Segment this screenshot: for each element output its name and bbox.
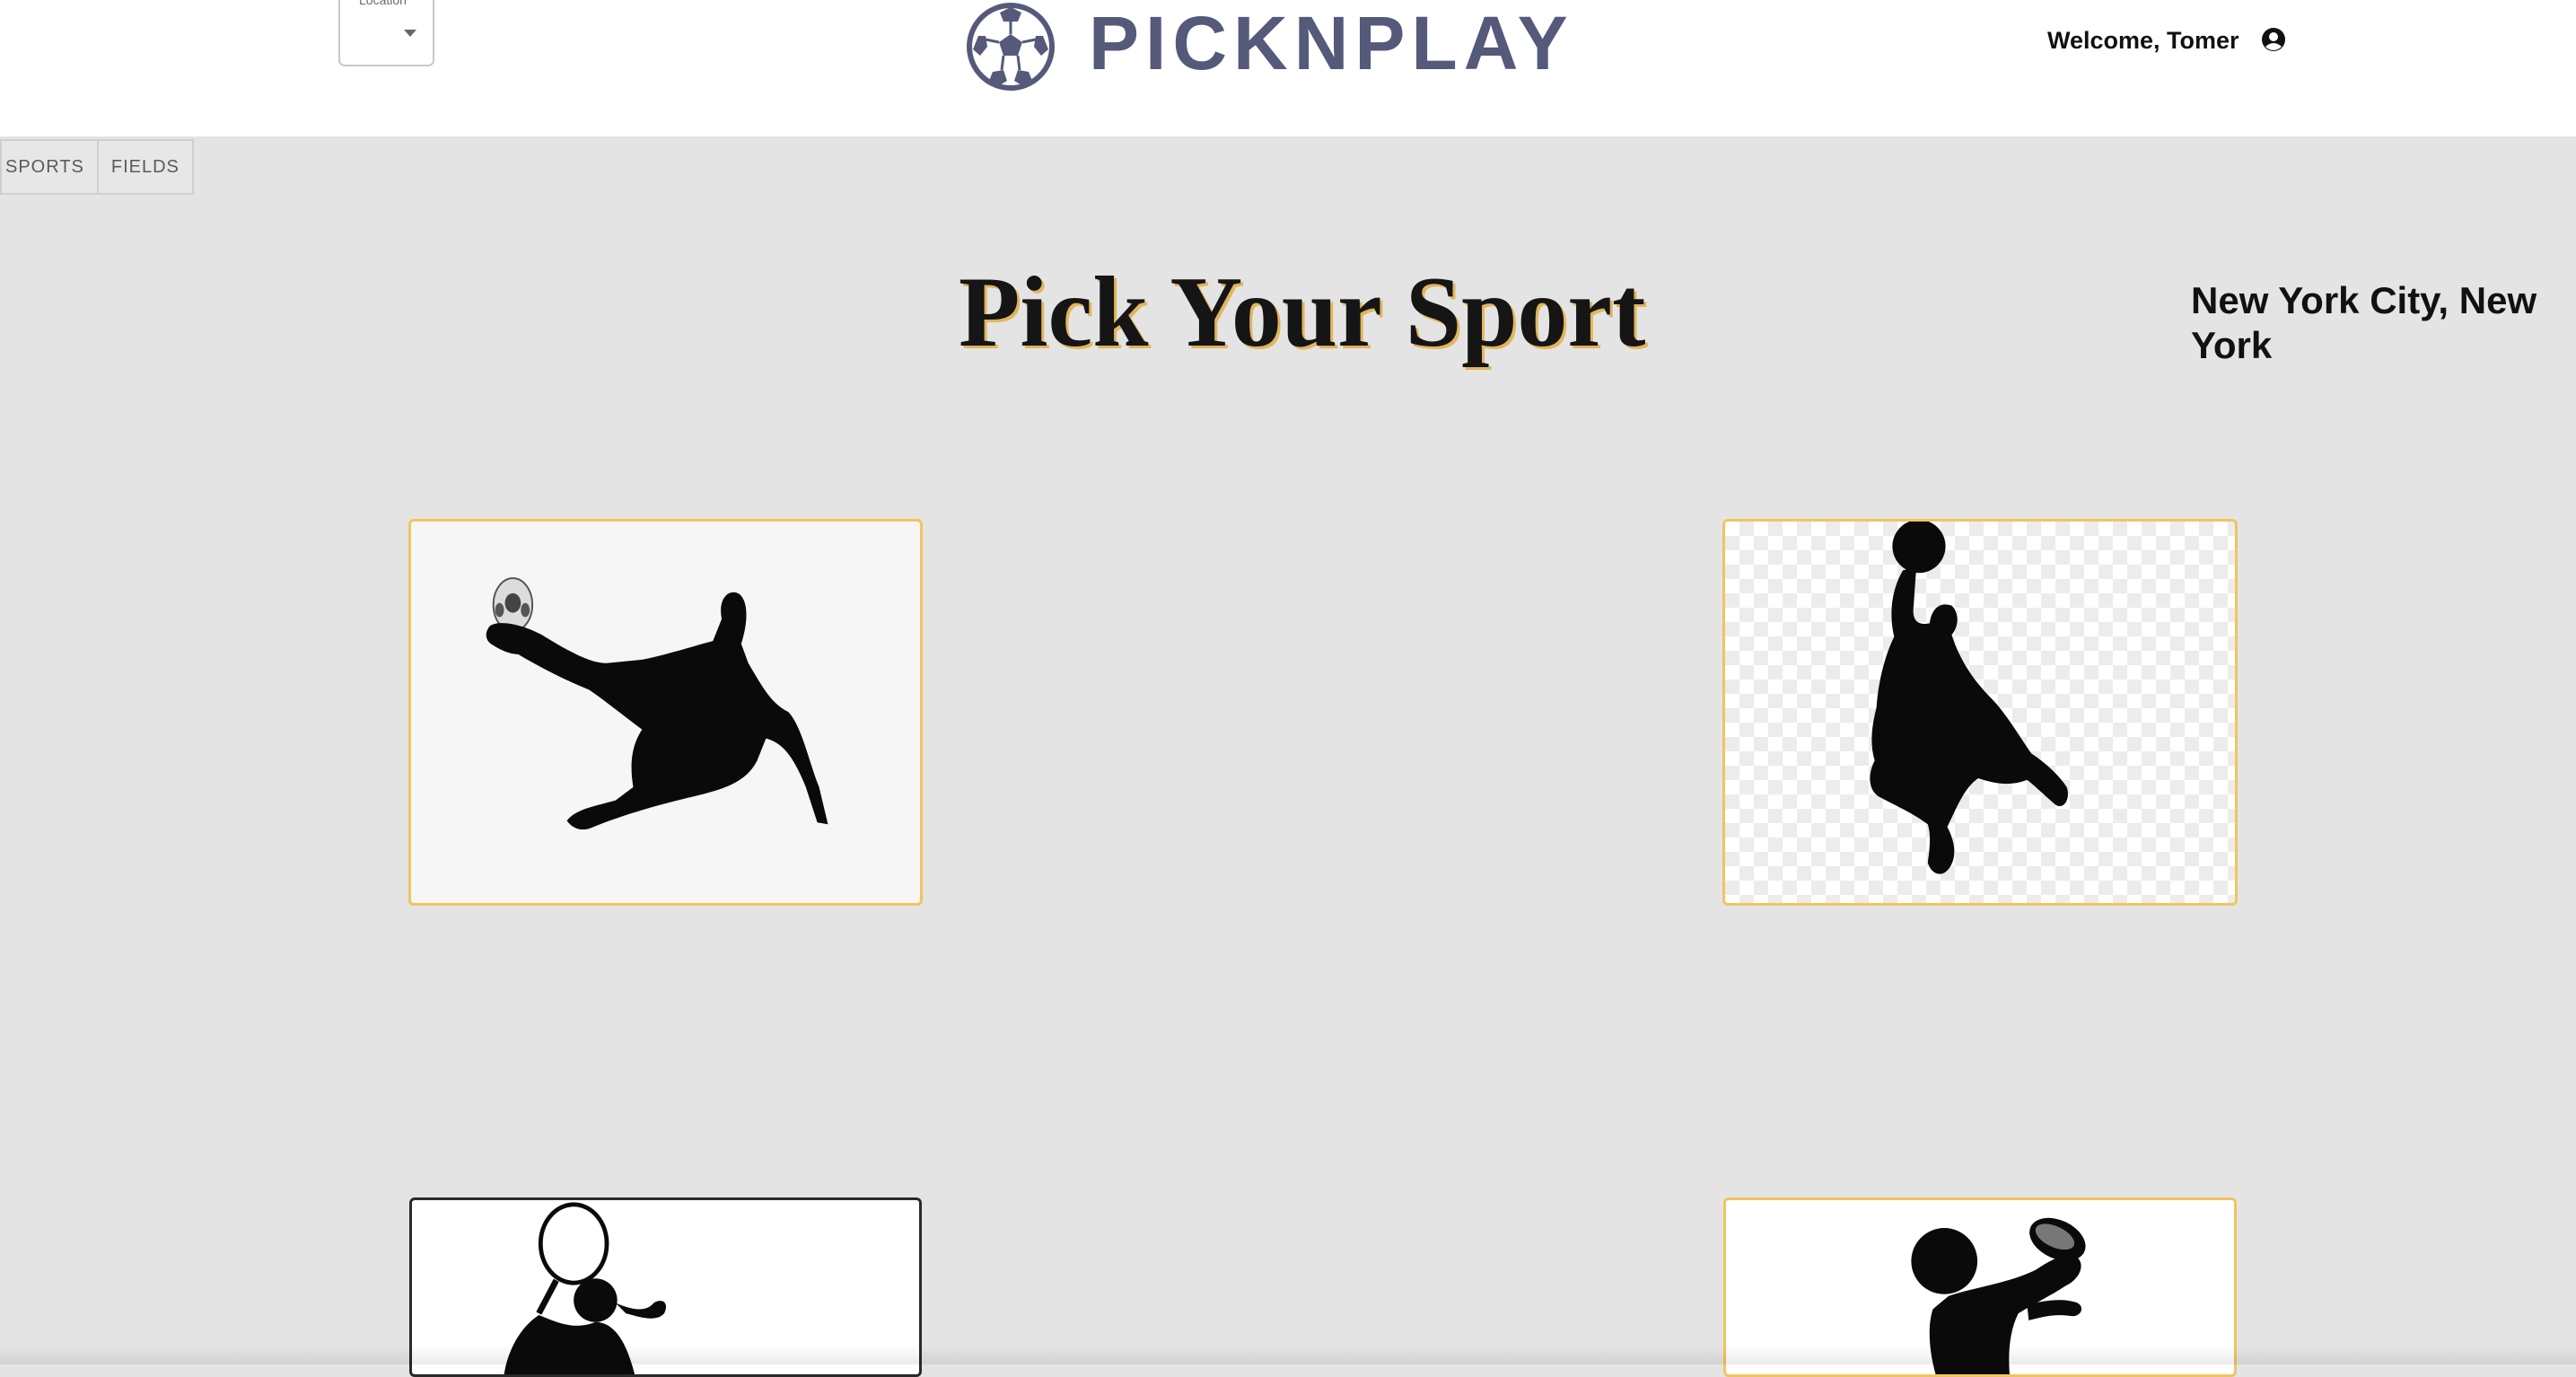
basketball-player-image xyxy=(1870,522,2068,874)
sport-card-basketball[interactable] xyxy=(1722,519,2238,906)
location-label: Location xyxy=(356,0,409,7)
soccer-ball-icon xyxy=(967,3,1055,91)
site-logo[interactable]: PICKNPLAY xyxy=(966,0,1568,95)
tab-fields[interactable]: FIELDS xyxy=(98,139,194,195)
city-label: New York City, New York xyxy=(2191,279,2537,366)
bottom-shadow xyxy=(0,1345,2576,1364)
logo-text: PICKNPLAY xyxy=(1089,1,1574,85)
location-select[interactable]: Location xyxy=(338,0,434,66)
chevron-down-icon xyxy=(404,30,416,37)
page-title: Pick Your Sport xyxy=(959,257,1646,368)
user-circle-icon[interactable] xyxy=(2261,27,2286,52)
nav-tabs: SPORTS FIELDS xyxy=(0,139,194,195)
soccer-player-image xyxy=(486,577,828,830)
sport-card-soccer[interactable] xyxy=(408,519,923,906)
welcome-text: Welcome, Tomer xyxy=(2047,27,2239,54)
tab-sports[interactable]: SPORTS xyxy=(0,139,99,195)
top-header: Location PICKNPLAY Welcome, Tomer xyxy=(0,0,2576,136)
